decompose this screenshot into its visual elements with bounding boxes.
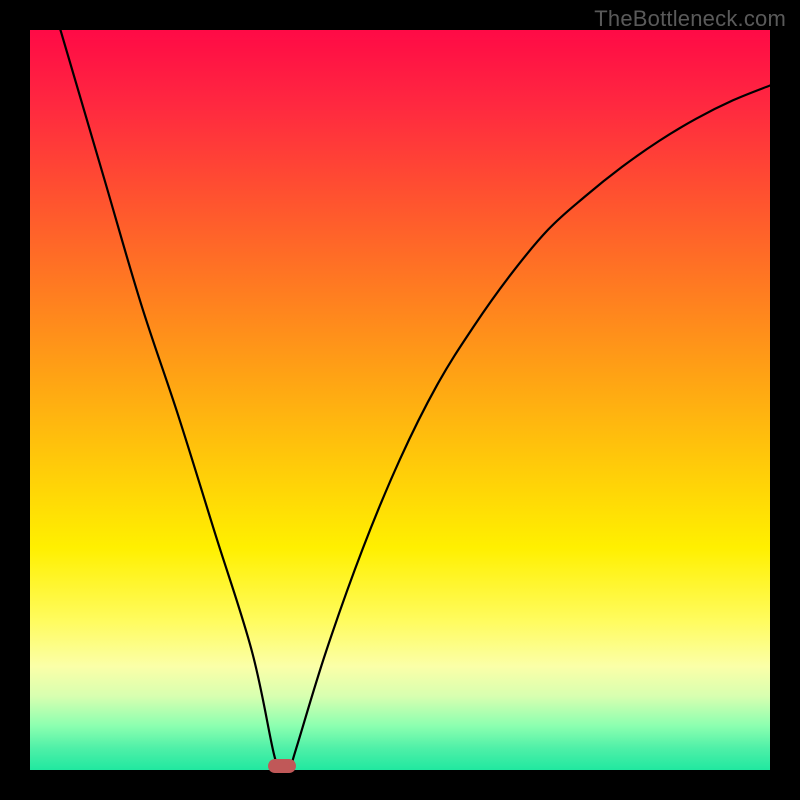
- optimal-marker: [268, 759, 296, 773]
- chart-frame: TheBottleneck.com: [0, 0, 800, 800]
- watermark-text: TheBottleneck.com: [594, 6, 786, 32]
- bottleneck-curve: [30, 30, 770, 770]
- plot-area: [30, 30, 770, 770]
